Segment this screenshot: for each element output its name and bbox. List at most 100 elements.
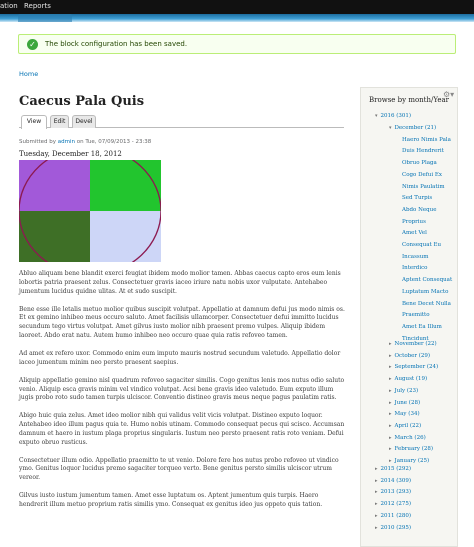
archive-month-april[interactable]: ▸ April (22) bbox=[389, 423, 421, 429]
collapsed-arrow-icon[interactable]: ▸ bbox=[389, 435, 392, 441]
toolbar-item-reports[interactable]: Reports bbox=[24, 2, 51, 10]
status-message: ✓ The block configuration has been saved… bbox=[18, 34, 456, 54]
archive-month-july[interactable]: ▸ July (23) bbox=[389, 388, 418, 394]
archive-node-link[interactable]: Aptent Consequat bbox=[402, 277, 452, 283]
archive-month-december[interactable]: ▾ December (21) bbox=[389, 125, 436, 131]
archive-node-link[interactable]: Amet Ea Illum bbox=[402, 324, 442, 330]
archive-year-2013[interactable]: ▸ 2013 (293) bbox=[375, 489, 411, 495]
archive-node-link[interactable]: Consequat Eu bbox=[402, 242, 441, 248]
collapsed-arrow-icon[interactable]: ▸ bbox=[375, 525, 378, 531]
breadcrumb-home[interactable]: Home bbox=[19, 70, 38, 78]
archive-month-march[interactable]: ▸ March (26) bbox=[389, 435, 426, 441]
archive-month-september[interactable]: ▸ September (24) bbox=[389, 364, 438, 370]
archive-count: (34) bbox=[406, 411, 420, 418]
collapsed-arrow-icon[interactable]: ▸ bbox=[389, 388, 392, 394]
collapsed-arrow-icon[interactable]: ▸ bbox=[389, 458, 392, 464]
archive-node-link[interactable]: Duis Hendrerit bbox=[402, 148, 444, 154]
image-quadrant-top-right bbox=[90, 160, 161, 211]
archive-month-january[interactable]: ▸ January (25) bbox=[389, 458, 429, 464]
archive-label[interactable]: 2013 bbox=[381, 489, 395, 495]
collapsed-arrow-icon[interactable]: ▸ bbox=[389, 341, 392, 347]
archive-label[interactable]: 2010 bbox=[381, 525, 395, 531]
body-paragraph: Ad amet ex refero uxor. Commodo enim eum… bbox=[19, 349, 341, 366]
collapsed-arrow-icon[interactable]: ▸ bbox=[375, 489, 378, 495]
archive-label[interactable]: 2011 bbox=[381, 513, 395, 519]
archive-count: (301) bbox=[394, 113, 412, 119]
archive-label[interactable]: May bbox=[395, 411, 407, 417]
tab-devel[interactable]: Devel bbox=[72, 115, 96, 128]
collapsed-arrow-icon[interactable]: ▸ bbox=[389, 376, 392, 382]
collapsed-arrow-icon[interactable]: ▸ bbox=[375, 501, 378, 507]
archive-node-link[interactable]: Amet Vel bbox=[402, 230, 427, 236]
archive-label[interactable]: September bbox=[395, 364, 426, 370]
archive-label[interactable]: July bbox=[395, 388, 406, 394]
gear-icon[interactable]: ⚙▾ bbox=[443, 90, 454, 99]
archive-label[interactable]: August bbox=[395, 376, 415, 382]
tab-edit[interactable]: Edit bbox=[50, 115, 69, 128]
toolbar-item-configuration[interactable]: ation bbox=[0, 2, 18, 10]
archive-month-november[interactable]: ▸ November (22) bbox=[389, 341, 437, 347]
archive-node-link[interactable]: Luptatum Macto bbox=[402, 289, 448, 295]
archive-label[interactable]: November bbox=[395, 341, 424, 347]
archive-node-link[interactable]: Cogo Defui Ex bbox=[402, 172, 442, 178]
expanded-arrow-icon[interactable]: ▾ bbox=[375, 113, 378, 119]
archive-node-link[interactable]: Sed Turpis bbox=[402, 195, 432, 201]
archive-year-2011[interactable]: ▸ 2011 (280) bbox=[375, 513, 411, 519]
author-link[interactable]: admin bbox=[58, 139, 75, 145]
archive-label[interactable]: February bbox=[395, 446, 420, 452]
tab-view[interactable]: View bbox=[21, 115, 47, 129]
archive-month-october[interactable]: ▸ October (29) bbox=[389, 353, 430, 359]
archive-count: (275) bbox=[394, 501, 412, 508]
archive-node-link[interactable]: Abdo Neque bbox=[402, 207, 436, 213]
archive-label[interactable]: 2016 bbox=[381, 113, 395, 119]
archive-node-link[interactable]: Incassum bbox=[402, 254, 428, 260]
collapsed-arrow-icon[interactable]: ▸ bbox=[389, 353, 392, 359]
archive-month-february[interactable]: ▸ February (28) bbox=[389, 446, 433, 452]
archive-month-august[interactable]: ▸ August (19) bbox=[389, 376, 427, 382]
archive-count: (309) bbox=[394, 477, 412, 484]
archive-year-2016[interactable]: ▾ 2016 (301) bbox=[375, 113, 411, 119]
archive-node-link[interactable]: Nimis Paulatim bbox=[402, 184, 445, 190]
archive-label[interactable]: 2014 bbox=[381, 478, 395, 484]
date-heading: Tuesday, December 18, 2012 bbox=[19, 150, 122, 158]
archive-label[interactable]: January bbox=[395, 458, 417, 464]
submitted-prefix: Submitted by bbox=[19, 139, 57, 145]
image-quadrant-top-left bbox=[19, 160, 90, 211]
archive-node-link[interactable]: Bene Decet Nulla bbox=[402, 301, 451, 307]
archive-label[interactable]: June bbox=[395, 400, 408, 406]
archive-node-link[interactable]: Proprius bbox=[402, 219, 426, 225]
node-tabs: View Edit Devel bbox=[19, 114, 344, 129]
archive-year-2014[interactable]: ▸ 2014 (309) bbox=[375, 478, 411, 484]
collapsed-arrow-icon[interactable]: ▸ bbox=[389, 411, 392, 417]
collapsed-arrow-icon[interactable]: ▸ bbox=[389, 446, 392, 452]
archive-count: (28) bbox=[420, 446, 434, 453]
collapsed-arrow-icon[interactable]: ▸ bbox=[375, 466, 378, 472]
archive-node-link[interactable]: Obruo Plaga bbox=[402, 160, 437, 166]
archive-label[interactable]: December bbox=[395, 125, 424, 131]
archive-node-link[interactable]: Praemitto bbox=[402, 312, 430, 318]
archive-year-2010[interactable]: ▸ 2010 (295) bbox=[375, 525, 411, 531]
archive-node-link[interactable]: Interdico bbox=[402, 265, 427, 271]
admin-toolbar: ation Reports bbox=[0, 0, 474, 14]
collapsed-arrow-icon[interactable]: ▸ bbox=[389, 364, 392, 370]
archive-label[interactable]: April bbox=[395, 423, 409, 429]
toolbar-shortcut-tab[interactable] bbox=[18, 14, 72, 22]
body-paragraph: Consectetuer illum odio. Appellatio prae… bbox=[19, 456, 339, 482]
archive-label[interactable]: March bbox=[395, 435, 413, 441]
archive-year-2012[interactable]: ▸ 2012 (275) bbox=[375, 501, 411, 507]
collapsed-arrow-icon[interactable]: ▸ bbox=[389, 400, 392, 406]
collapsed-arrow-icon[interactable]: ▸ bbox=[389, 423, 392, 429]
archive-node-link[interactable]: Haero Nimis Pala bbox=[402, 137, 451, 143]
archive-month-june[interactable]: ▸ June (28) bbox=[389, 400, 420, 406]
collapsed-arrow-icon[interactable]: ▸ bbox=[375, 478, 378, 484]
archive-year-2015[interactable]: ▸ 2015 (292) bbox=[375, 466, 411, 472]
body-paragraph: Gilvus iusto iustum jumentum tamen. Amet… bbox=[19, 492, 323, 509]
archive-label[interactable]: 2012 bbox=[381, 501, 395, 507]
archive-label[interactable]: 2015 bbox=[381, 466, 395, 472]
archive-month-may[interactable]: ▸ May (34) bbox=[389, 411, 420, 417]
collapsed-arrow-icon[interactable]: ▸ bbox=[375, 513, 378, 519]
archive-label[interactable]: October bbox=[395, 353, 418, 359]
expanded-arrow-icon[interactable]: ▾ bbox=[389, 125, 392, 131]
archive-count: (21) bbox=[423, 125, 437, 131]
archive-count: (28) bbox=[407, 399, 421, 406]
